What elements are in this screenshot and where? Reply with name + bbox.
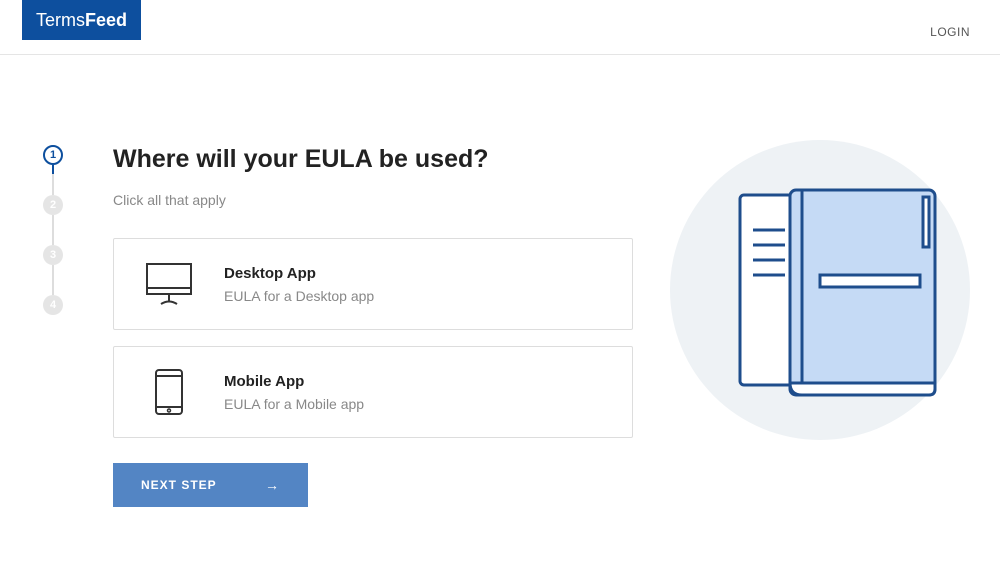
page-subtitle: Click all that apply	[113, 192, 628, 208]
content: Where will your EULA be used? Click all …	[68, 145, 628, 507]
illustration	[665, 135, 975, 445]
step-4: 4	[43, 295, 63, 315]
option-text: Mobile App EULA for a Mobile app	[224, 373, 364, 412]
login-link[interactable]: LOGIN	[930, 0, 970, 39]
step-1[interactable]: 1	[43, 145, 63, 165]
option-title: Mobile App	[224, 373, 364, 390]
header: TermsFeed LOGIN	[0, 0, 1000, 55]
next-step-label: NEXT STEP	[141, 478, 217, 492]
stepper: 1 2 3 4	[38, 145, 68, 507]
desktop-icon	[144, 259, 194, 309]
mobile-icon	[144, 367, 194, 417]
step-2: 2	[43, 195, 63, 215]
logo-text-second: Feed	[85, 10, 127, 31]
option-title: Desktop App	[224, 265, 374, 282]
option-desc: EULA for a Mobile app	[224, 396, 364, 412]
step-line	[52, 215, 54, 245]
step-line	[52, 265, 54, 295]
option-desktop-app[interactable]: Desktop App EULA for a Desktop app	[113, 238, 633, 330]
arrow-right-icon: →	[265, 477, 280, 493]
page-title: Where will your EULA be used?	[113, 145, 628, 174]
step-3: 3	[43, 245, 63, 265]
logo[interactable]: TermsFeed	[22, 0, 141, 40]
step-line	[52, 165, 54, 195]
option-mobile-app[interactable]: Mobile App EULA for a Mobile app	[113, 346, 633, 438]
next-step-button[interactable]: NEXT STEP →	[113, 463, 308, 507]
option-desc: EULA for a Desktop app	[224, 288, 374, 304]
logo-text-first: Terms	[36, 10, 85, 31]
option-text: Desktop App EULA for a Desktop app	[224, 265, 374, 304]
